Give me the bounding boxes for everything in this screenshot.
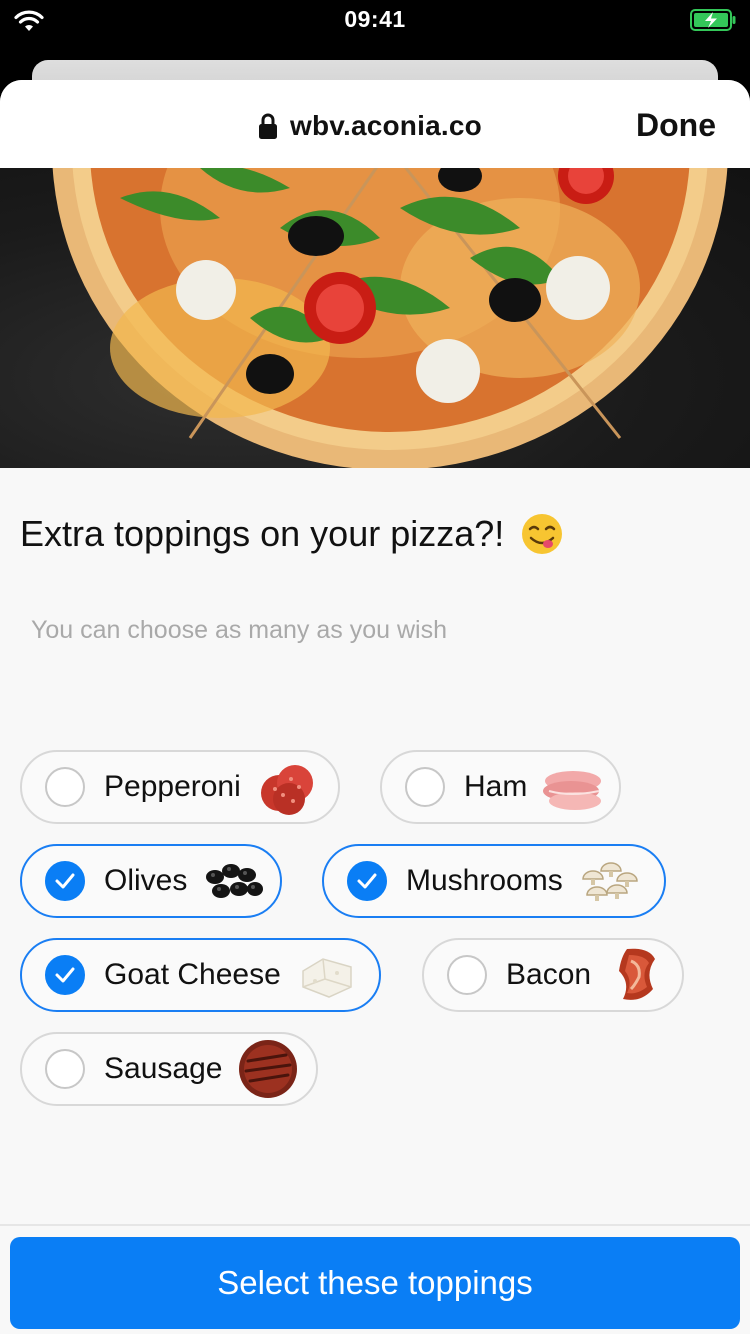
topping-label: Goat Cheese	[104, 958, 281, 991]
url-text: wbv.aconia.co	[290, 110, 482, 141]
topping-label: Ham	[464, 770, 528, 803]
topping-chip-pepperoni[interactable]: Pepperoni	[20, 750, 340, 824]
mushrooms-icon	[581, 862, 638, 901]
checkbox[interactable]	[45, 861, 85, 901]
topping-label: Mushrooms	[406, 864, 563, 897]
pizza-illustration	[52, 168, 728, 468]
toppings-content: Extra toppings on your pizza?! You can c…	[0, 468, 750, 1224]
hint-text: You can choose as many as you wish	[31, 616, 447, 644]
checkbox[interactable]	[447, 955, 487, 995]
checkbox[interactable]	[45, 1049, 85, 1089]
topping-chip-bacon[interactable]: Bacon	[422, 938, 684, 1012]
checkbox[interactable]	[45, 767, 85, 807]
yummy-face-emoji-icon	[522, 514, 563, 554]
topping-label: Olives	[104, 864, 188, 897]
question-heading: Extra toppings on your pizza?!	[20, 512, 564, 556]
footer-bar: Select these toppings	[0, 1224, 750, 1334]
topping-chip-goat-cheese[interactable]: Goat Cheese	[20, 938, 381, 1012]
done-button[interactable]: Done	[636, 107, 716, 144]
browser-nav-bar: wbv.aconia.co Done	[0, 80, 750, 168]
check-icon	[55, 967, 75, 983]
checkbox[interactable]	[405, 767, 445, 807]
topping-label: Pepperoni	[104, 770, 241, 803]
status-time: 09:41	[344, 6, 406, 32]
url-display: wbv.aconia.co	[258, 108, 482, 144]
check-icon	[55, 873, 75, 889]
ham-icon	[543, 771, 602, 810]
bacon-icon	[619, 948, 656, 1000]
lock-icon	[259, 113, 277, 139]
checkbox[interactable]	[45, 955, 85, 995]
checkbox[interactable]	[347, 861, 387, 901]
olives-icon	[206, 864, 264, 898]
goat-cheese-icon	[302, 958, 352, 998]
pizza-hero-image	[0, 168, 750, 468]
check-icon	[357, 873, 377, 889]
webview-sheet: wbv.aconia.co Done Extra toppings on you…	[0, 80, 750, 1334]
topping-chip-mushrooms[interactable]: Mushrooms	[322, 844, 666, 918]
topping-label: Sausage	[104, 1052, 223, 1085]
battery-charging-icon	[690, 9, 736, 31]
topping-label: Bacon	[506, 958, 592, 991]
status-bar: 09:41	[0, 0, 750, 42]
question-text: Extra toppings on your pizza?!	[20, 513, 505, 554]
sausage-icon	[239, 1040, 298, 1098]
pepperoni-icon	[260, 765, 313, 815]
topping-chip-ham[interactable]: Ham	[380, 750, 621, 824]
topping-chip-olives[interactable]: Olives	[20, 844, 282, 918]
topping-chip-sausage[interactable]: Sausage	[20, 1032, 318, 1106]
select-toppings-button[interactable]: Select these toppings	[10, 1237, 740, 1329]
